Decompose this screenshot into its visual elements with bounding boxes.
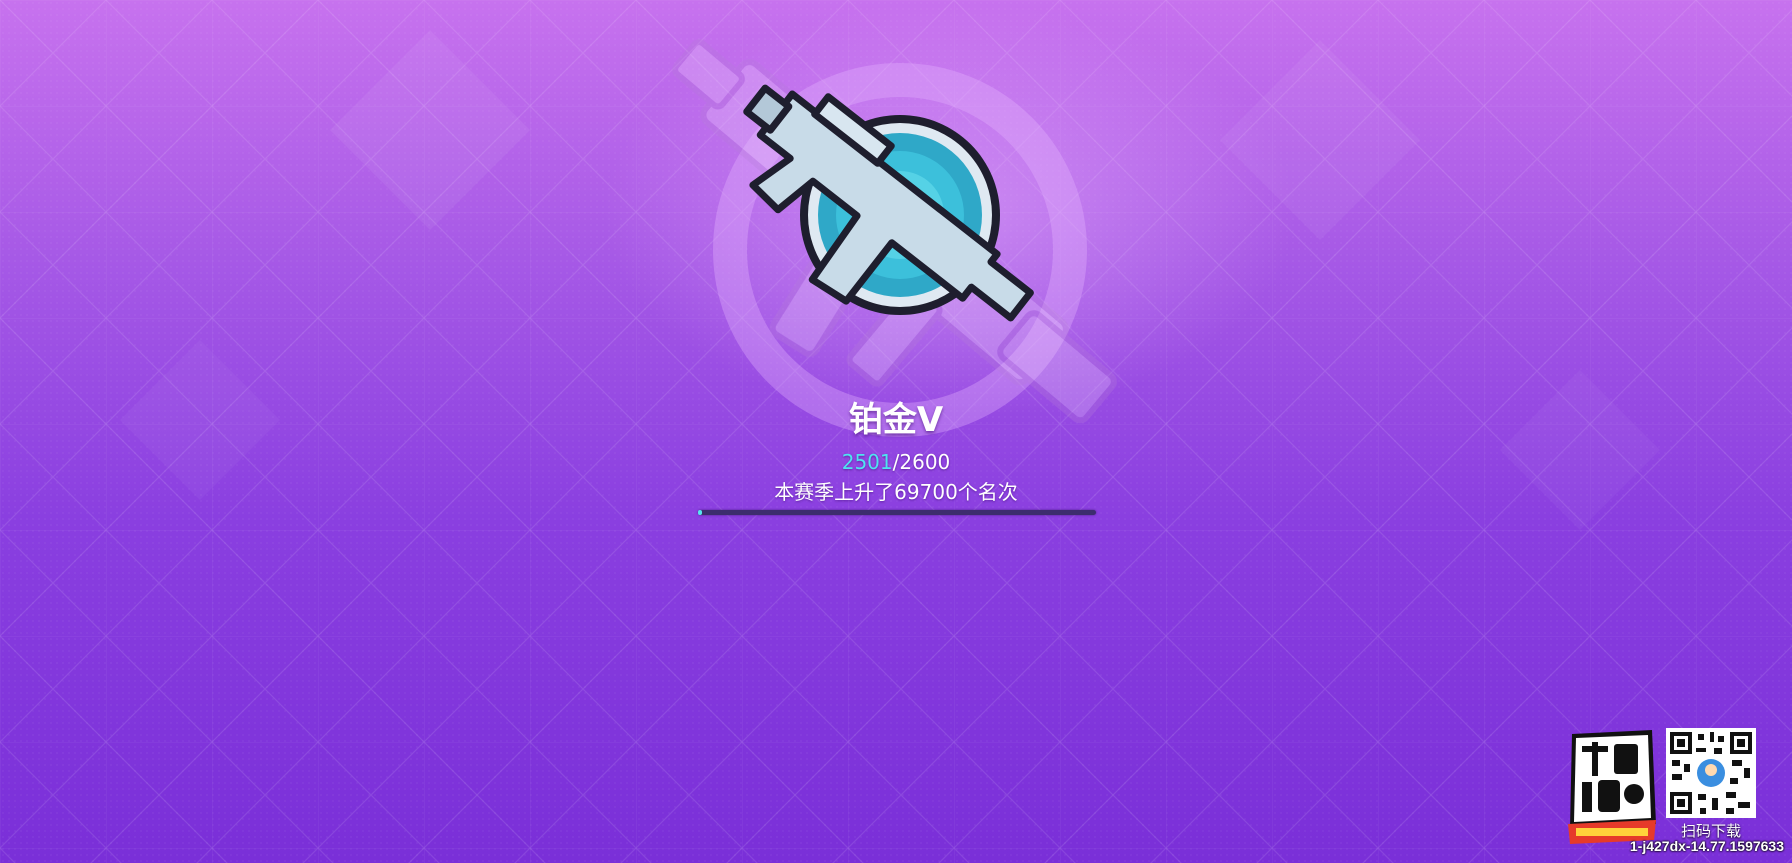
- sausage-man-logo-icon: [1568, 730, 1656, 844]
- score-current: 2501: [841, 450, 893, 474]
- smg-rank-badge-icon: [672, 39, 1117, 437]
- score-max: 2600: [899, 450, 951, 474]
- watermark: 扫码下载 1-j427dx-14.77.1597633: [1564, 724, 1786, 858]
- rank-result-screen: 铂金V 2501/2600 本赛季上升了69700个名次 扫码下载 1-j427…: [0, 0, 1792, 863]
- rank-score: 2501/2600: [746, 450, 1046, 474]
- build-id: 1-j427dx-14.77.1597633: [1629, 838, 1784, 854]
- rank-progress-fill: [698, 510, 702, 515]
- rank-title: 铂金V: [848, 400, 944, 440]
- season-rank-change-text: 本赛季上升了69700个名次: [774, 480, 1018, 504]
- qr-code-icon: [1666, 728, 1756, 818]
- rank-progress-bar: [698, 510, 1096, 515]
